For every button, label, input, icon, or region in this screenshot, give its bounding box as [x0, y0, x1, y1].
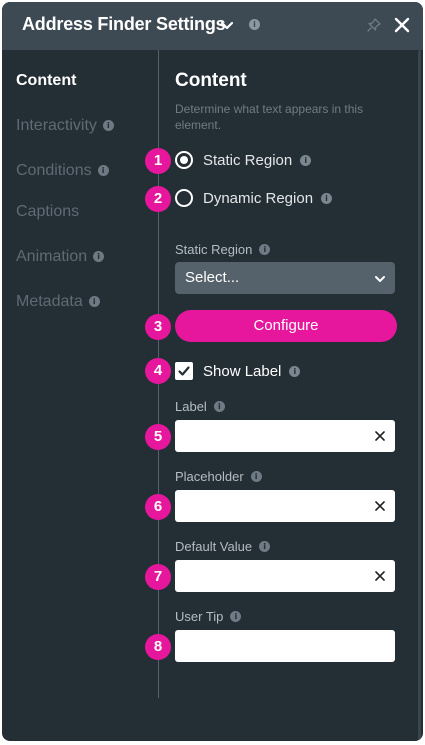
label-input[interactable] — [175, 420, 365, 452]
info-icon: i — [93, 251, 105, 263]
nav-item-metadata[interactable]: Metadata i — [16, 293, 100, 311]
chevron-down-icon[interactable] — [220, 19, 234, 33]
step-badge: 1 — [145, 148, 171, 174]
panel-header: Address Finder Settings i — [2, 2, 423, 50]
scrollbar[interactable] — [418, 50, 421, 740]
info-icon: i — [250, 471, 262, 482]
placeholder-field[interactable] — [175, 490, 395, 522]
nav-item-captions[interactable]: Captions — [16, 203, 79, 221]
step-badge: 6 — [145, 494, 171, 520]
close-icon[interactable] — [392, 15, 412, 35]
placeholder-field-label: Placeholder i — [175, 469, 262, 484]
static-region-radio[interactable] — [175, 151, 193, 169]
show-label-option[interactable]: Show Label i — [175, 362, 301, 380]
info-icon: i — [289, 365, 301, 377]
step-badge: 2 — [145, 186, 171, 212]
configure-button[interactable]: Configure — [175, 310, 397, 342]
step-badge: 8 — [145, 634, 171, 660]
show-label-text: Show Label — [203, 362, 282, 380]
nav-item-label: Captions — [16, 203, 80, 220]
nav-item-content[interactable]: Content — [16, 72, 76, 90]
info-icon: i — [88, 296, 100, 308]
content-description: Determine what text appears in this elem… — [175, 102, 364, 132]
show-label-checkbox[interactable] — [175, 362, 193, 380]
step-badge: 5 — [145, 424, 171, 450]
static-region-label: Static Region i — [175, 242, 271, 257]
default-value-field-label: Default Value i — [175, 539, 271, 554]
select-value: Select... — [185, 269, 240, 286]
info-icon: i — [102, 120, 114, 132]
info-icon: i — [259, 541, 271, 552]
panel-title: Address Finder Settings — [22, 14, 226, 34]
nav-item-animation[interactable]: Animation i — [16, 248, 105, 266]
nav-item-label: Interactivity — [16, 117, 97, 134]
settings-panel: Address Finder Settings i Content Intera… — [2, 2, 423, 741]
dynamic-region-radio-label: Dynamic Region — [203, 189, 314, 207]
info-icon: i — [213, 401, 225, 412]
pin-icon[interactable] — [366, 17, 382, 33]
info-icon: i — [97, 165, 109, 177]
dynamic-region-option[interactable]: Dynamic Region i — [175, 189, 333, 207]
user-tip-input[interactable] — [175, 630, 385, 662]
nav-item-label: Animation — [16, 248, 88, 265]
user-tip-field[interactable] — [175, 630, 395, 662]
label-field[interactable] — [175, 420, 395, 452]
info-icon: i — [249, 19, 260, 30]
default-value-field[interactable] — [175, 560, 395, 592]
step-badge: 7 — [145, 564, 171, 590]
info-icon: i — [321, 192, 333, 204]
nav-item-interactivity[interactable]: Interactivity i — [16, 117, 114, 135]
chevron-down-icon — [375, 276, 385, 282]
placeholder-input[interactable] — [175, 490, 365, 522]
step-badge: 3 — [145, 314, 171, 340]
clear-icon[interactable] — [374, 570, 386, 582]
clear-icon[interactable] — [374, 430, 386, 442]
info-icon: i — [300, 154, 312, 166]
checkmark-icon — [178, 366, 190, 376]
static-region-option[interactable]: Static Region i — [175, 151, 312, 169]
nav-item-label: Content — [16, 72, 77, 89]
info-icon: i — [230, 611, 242, 622]
dynamic-region-radio[interactable] — [175, 189, 193, 207]
info-icon: i — [259, 244, 271, 255]
default-value-input[interactable] — [175, 560, 365, 592]
static-region-radio-label: Static Region — [203, 151, 293, 169]
nav-item-label: Conditions — [16, 162, 92, 179]
static-region-select[interactable]: Select... — [175, 262, 395, 294]
user-tip-field-label: User Tip i — [175, 609, 242, 624]
label-field-label: Label i — [175, 399, 225, 414]
step-badge: 4 — [145, 358, 171, 384]
radio-selected-dot — [180, 156, 188, 164]
content-heading: Content — [175, 70, 247, 91]
nav-item-label: Metadata — [16, 293, 83, 310]
clear-icon[interactable] — [374, 500, 386, 512]
nav-item-conditions[interactable]: Conditions i — [16, 162, 109, 180]
